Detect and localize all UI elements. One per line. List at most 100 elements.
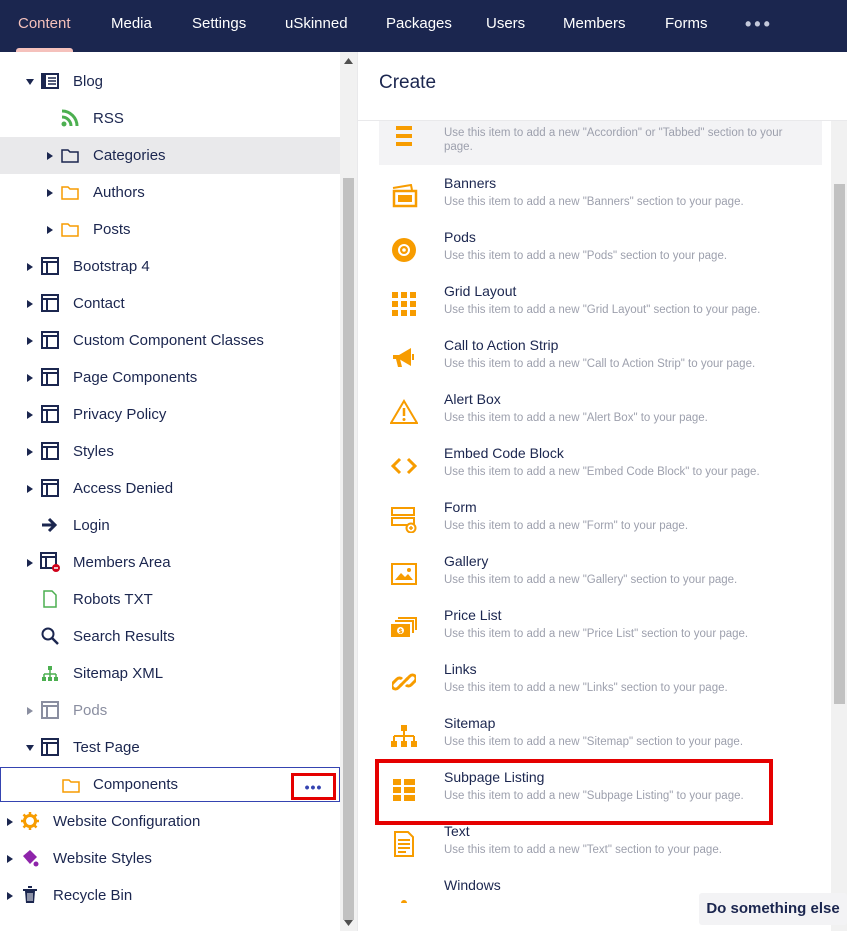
- tree-item-styles[interactable]: Styles: [0, 433, 340, 470]
- tree-item-access-denied[interactable]: Access Denied: [0, 470, 340, 507]
- tree-item-label: Posts: [93, 221, 131, 238]
- nav-forms[interactable]: Forms: [665, 0, 708, 48]
- caret-right-icon[interactable]: [25, 262, 35, 272]
- nav-packages[interactable]: Packages: [386, 0, 452, 48]
- create-option-embed-code-block[interactable]: Embed Code Block Use this item to add a …: [379, 441, 822, 495]
- create-option-gallery[interactable]: Gallery Use this item to add a new "Gall…: [379, 549, 822, 603]
- caret-right-icon[interactable]: [25, 484, 35, 494]
- caret-right-icon[interactable]: [25, 299, 35, 309]
- nav-settings[interactable]: Settings: [192, 0, 246, 48]
- option-description: Use this item to add a new "Grid Layout"…: [444, 304, 761, 316]
- tree-item-robots-txt[interactable]: Robots TXT: [0, 581, 340, 618]
- tree-item-recycle-bin[interactable]: Recycle Bin: [0, 877, 340, 914]
- link-icon: [389, 667, 419, 697]
- tree-scrollbar-thumb[interactable]: [343, 178, 354, 920]
- create-option-banners[interactable]: Banners Use this item to add a new "Bann…: [379, 171, 822, 225]
- tree-scrollbar[interactable]: [340, 52, 357, 931]
- caret-right-icon[interactable]: [5, 891, 15, 901]
- nav-content[interactable]: Content: [16, 0, 73, 52]
- caret-right-icon[interactable]: [25, 706, 35, 716]
- tree-item-login[interactable]: Login: [0, 507, 340, 544]
- text-document-icon: [389, 829, 419, 859]
- caret-down-icon[interactable]: [25, 77, 35, 87]
- create-option-sitemap[interactable]: Sitemap Use this item to add a new "Site…: [379, 711, 822, 765]
- rss-icon: [60, 108, 80, 128]
- caret-right-icon[interactable]: [25, 373, 35, 383]
- option-title: Gallery: [444, 553, 489, 569]
- create-option-form[interactable]: Form Use this item to add a new "Form" t…: [379, 495, 822, 549]
- caret-right-icon[interactable]: [45, 225, 55, 235]
- caret-right-icon[interactable]: [25, 410, 35, 420]
- caret-right-icon[interactable]: [5, 854, 15, 864]
- tree-item-sitemap-xml[interactable]: Sitemap XML: [0, 655, 340, 692]
- folder-icon: [60, 219, 80, 239]
- nav-more-button[interactable]: •••: [745, 0, 773, 48]
- create-option-text[interactable]: Text Use this item to add a new "Text" s…: [379, 819, 822, 873]
- option-description: Use this item to add a new "Price List" …: [444, 628, 749, 640]
- nav-members[interactable]: Members: [563, 0, 626, 48]
- tree-item-bootstrap-4[interactable]: Bootstrap 4: [0, 248, 340, 285]
- option-description: Use this item to add a new "Call to Acti…: [444, 358, 756, 370]
- tree-item-page-components[interactable]: Page Components: [0, 359, 340, 396]
- create-option-alert-box[interactable]: Alert Box Use this item to add a new "Al…: [379, 387, 822, 441]
- page-layout-icon: [40, 330, 60, 350]
- page-layout-icon: [40, 404, 60, 424]
- create-option-accordion[interactable]: Use this item to add a new "Accordion" o…: [379, 121, 822, 165]
- option-description: Use this item to add a new "Sitemap" sec…: [444, 736, 744, 748]
- caret-right-icon[interactable]: [25, 447, 35, 457]
- tree-item-label: Categories: [93, 147, 166, 164]
- panel-scrollbar-thumb[interactable]: [834, 184, 845, 704]
- panel-scrollbar[interactable]: [831, 121, 847, 931]
- tree-item-contact[interactable]: Contact: [0, 285, 340, 322]
- tree-item-label: Members Area: [73, 554, 171, 571]
- tree-item-members-area[interactable]: Members Area: [0, 544, 340, 581]
- tree-item-label: Page Components: [73, 369, 198, 386]
- nav-media[interactable]: Media: [111, 0, 152, 48]
- caret-down-icon[interactable]: [25, 743, 35, 753]
- scroll-up-icon[interactable]: [344, 58, 353, 64]
- create-option-call-to-action-strip[interactable]: Call to Action Strip Use this item to ad…: [379, 333, 822, 387]
- option-description: Use this item to add a new "Links" secti…: [444, 682, 728, 694]
- tree-item-privacy-policy[interactable]: Privacy Policy: [0, 396, 340, 433]
- create-option-grid-layout[interactable]: Grid Layout Use this item to add a new "…: [379, 279, 822, 333]
- caret-right-icon[interactable]: [45, 188, 55, 198]
- page-layout-icon: [40, 737, 60, 757]
- node-actions-button[interactable]: •••: [291, 773, 336, 800]
- option-title: Call to Action Strip: [444, 337, 559, 353]
- tree-item-website-styles[interactable]: Website Styles: [0, 840, 340, 877]
- nav-uskinned[interactable]: uSkinned: [285, 0, 348, 48]
- tree-item-pods[interactable]: Pods: [0, 692, 340, 729]
- create-option-pods[interactable]: Pods Use this item to add a new "Pods" s…: [379, 225, 822, 279]
- create-option-subpage-listing[interactable]: Subpage Listing Use this item to add a n…: [375, 759, 773, 825]
- option-title: Grid Layout: [444, 283, 517, 299]
- create-panel: Create Use this item to add a new "Accor…: [357, 52, 847, 931]
- do-something-else-button[interactable]: Do something else: [699, 893, 847, 925]
- tree-item-rss[interactable]: RSS: [0, 100, 340, 137]
- tree-item-test-page[interactable]: Test Page: [0, 729, 340, 766]
- nav-users[interactable]: Users: [486, 0, 525, 48]
- create-option-links[interactable]: Links Use this item to add a new "Links"…: [379, 657, 822, 711]
- tree-item-label: Login: [73, 517, 110, 534]
- accordion-icon: [389, 122, 419, 152]
- pods-icon: [389, 235, 419, 265]
- caret-right-icon[interactable]: [25, 558, 35, 568]
- option-title: Embed Code Block: [444, 445, 564, 461]
- tree-item-label: Robots TXT: [73, 591, 153, 608]
- tree-item-label: Privacy Policy: [73, 406, 167, 423]
- caret-right-icon[interactable]: [45, 151, 55, 161]
- tree-item-website-configuration[interactable]: Website Configuration: [0, 803, 340, 840]
- tree-item-components[interactable]: Components: [0, 767, 340, 802]
- caret-right-icon[interactable]: [25, 336, 35, 346]
- tree-item-posts[interactable]: Posts: [0, 211, 340, 248]
- tree-item-search-results[interactable]: Search Results: [0, 618, 340, 655]
- option-title: Subpage Listing: [444, 769, 545, 785]
- scroll-down-icon[interactable]: [344, 920, 353, 926]
- create-option-price-list[interactable]: $ Price List Use this item to add a new …: [379, 603, 822, 657]
- tree-item-authors[interactable]: Authors: [0, 174, 340, 211]
- tree-item-blog[interactable]: Blog: [0, 63, 340, 100]
- tree-item-categories[interactable]: Categories: [0, 137, 340, 174]
- paint-icon: [20, 848, 40, 868]
- tree-item-custom-component-classes[interactable]: Custom Component Classes: [0, 322, 340, 359]
- tree-item-label: Test Page: [73, 739, 140, 756]
- caret-right-icon[interactable]: [5, 817, 15, 827]
